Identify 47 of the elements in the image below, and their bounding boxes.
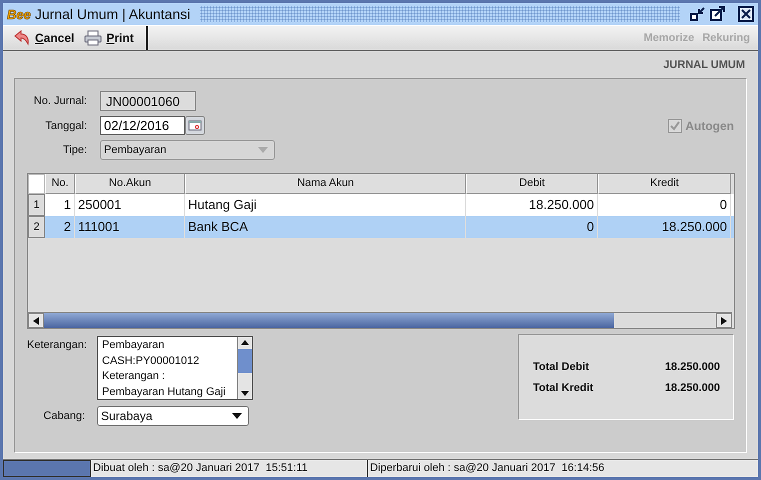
total-value: 18.250.000 [664, 382, 720, 394]
table-corner [28, 174, 45, 194]
status-text: Dibuat oleh : sa@20 Januari 2017 15:51:11 [91, 460, 368, 477]
field-label: Tipe: [62, 144, 87, 156]
column-header[interactable]: Nama Akun [185, 174, 466, 194]
checkbox-label: Autogen [685, 119, 734, 133]
field-label: Cabang: [42, 410, 85, 422]
app-logo: Bee [7, 6, 31, 22]
table-cell: 0 [466, 216, 598, 238]
table-cell: Bank BCA [185, 216, 466, 238]
total-label: Total Debit [533, 360, 590, 372]
table-cell: 2 [45, 216, 75, 238]
status-text: Diperbarui oleh : sa@20 Januari 2017 16:14:56 [369, 461, 606, 476]
caret-icon [232, 413, 242, 419]
right-arrow-icon[interactable] [721, 316, 727, 324]
calendar-icon[interactable] [185, 116, 205, 135]
column-header[interactable]: Kredit [598, 174, 731, 194]
field-label: No. Jurnal: [32, 95, 87, 107]
close-icon[interactable] [738, 6, 754, 22]
journal-number-field: JN00001060 [100, 91, 196, 111]
field-label: Tanggal: [44, 120, 87, 132]
total-value: 18.250.000 [664, 360, 720, 372]
undo-arrow-icon [13, 30, 31, 46]
description-text: Pembayaran CASH:PY00001012 Keterangan : Pembayaran Hutang Gaji [101, 338, 227, 399]
restore-icon[interactable] [690, 6, 706, 22]
cancel-button[interactable]: Cancel [13, 30, 74, 46]
total-label: Total Kredit [533, 382, 594, 394]
horizontal-scrollbar[interactable] [28, 312, 732, 328]
vertical-scrollbar[interactable] [237, 337, 252, 399]
maximize-icon[interactable] [710, 6, 726, 22]
date-field[interactable]: 02/12/2016 [100, 116, 185, 135]
row-header[interactable]: 1 [28, 194, 45, 216]
column-header[interactable]: No.Akun [75, 174, 185, 194]
description-field[interactable]: Pembayaran CASH:PY00001012 Keterangan : Pembayaran Hutang Gaji [97, 336, 253, 400]
left-arrow-icon[interactable] [33, 316, 39, 324]
print-button[interactable]: Print [84, 30, 134, 46]
form-heading: JURNAL UMUM [663, 59, 745, 71]
column-header[interactable]: No. [45, 174, 75, 194]
branch-dropdown[interactable]: Surabaya [97, 406, 249, 426]
row-header[interactable]: 2 [28, 216, 45, 238]
window-title: Jurnal Umum | Akuntansi [34, 6, 190, 22]
table-cell: 18.250.000 [598, 216, 731, 238]
printer-icon [84, 30, 102, 46]
field-label: Keterangan: [27, 338, 85, 351]
column-header[interactable]: Debit [466, 174, 598, 194]
table-cell: 111001 [75, 216, 185, 238]
caret-icon [258, 147, 268, 153]
